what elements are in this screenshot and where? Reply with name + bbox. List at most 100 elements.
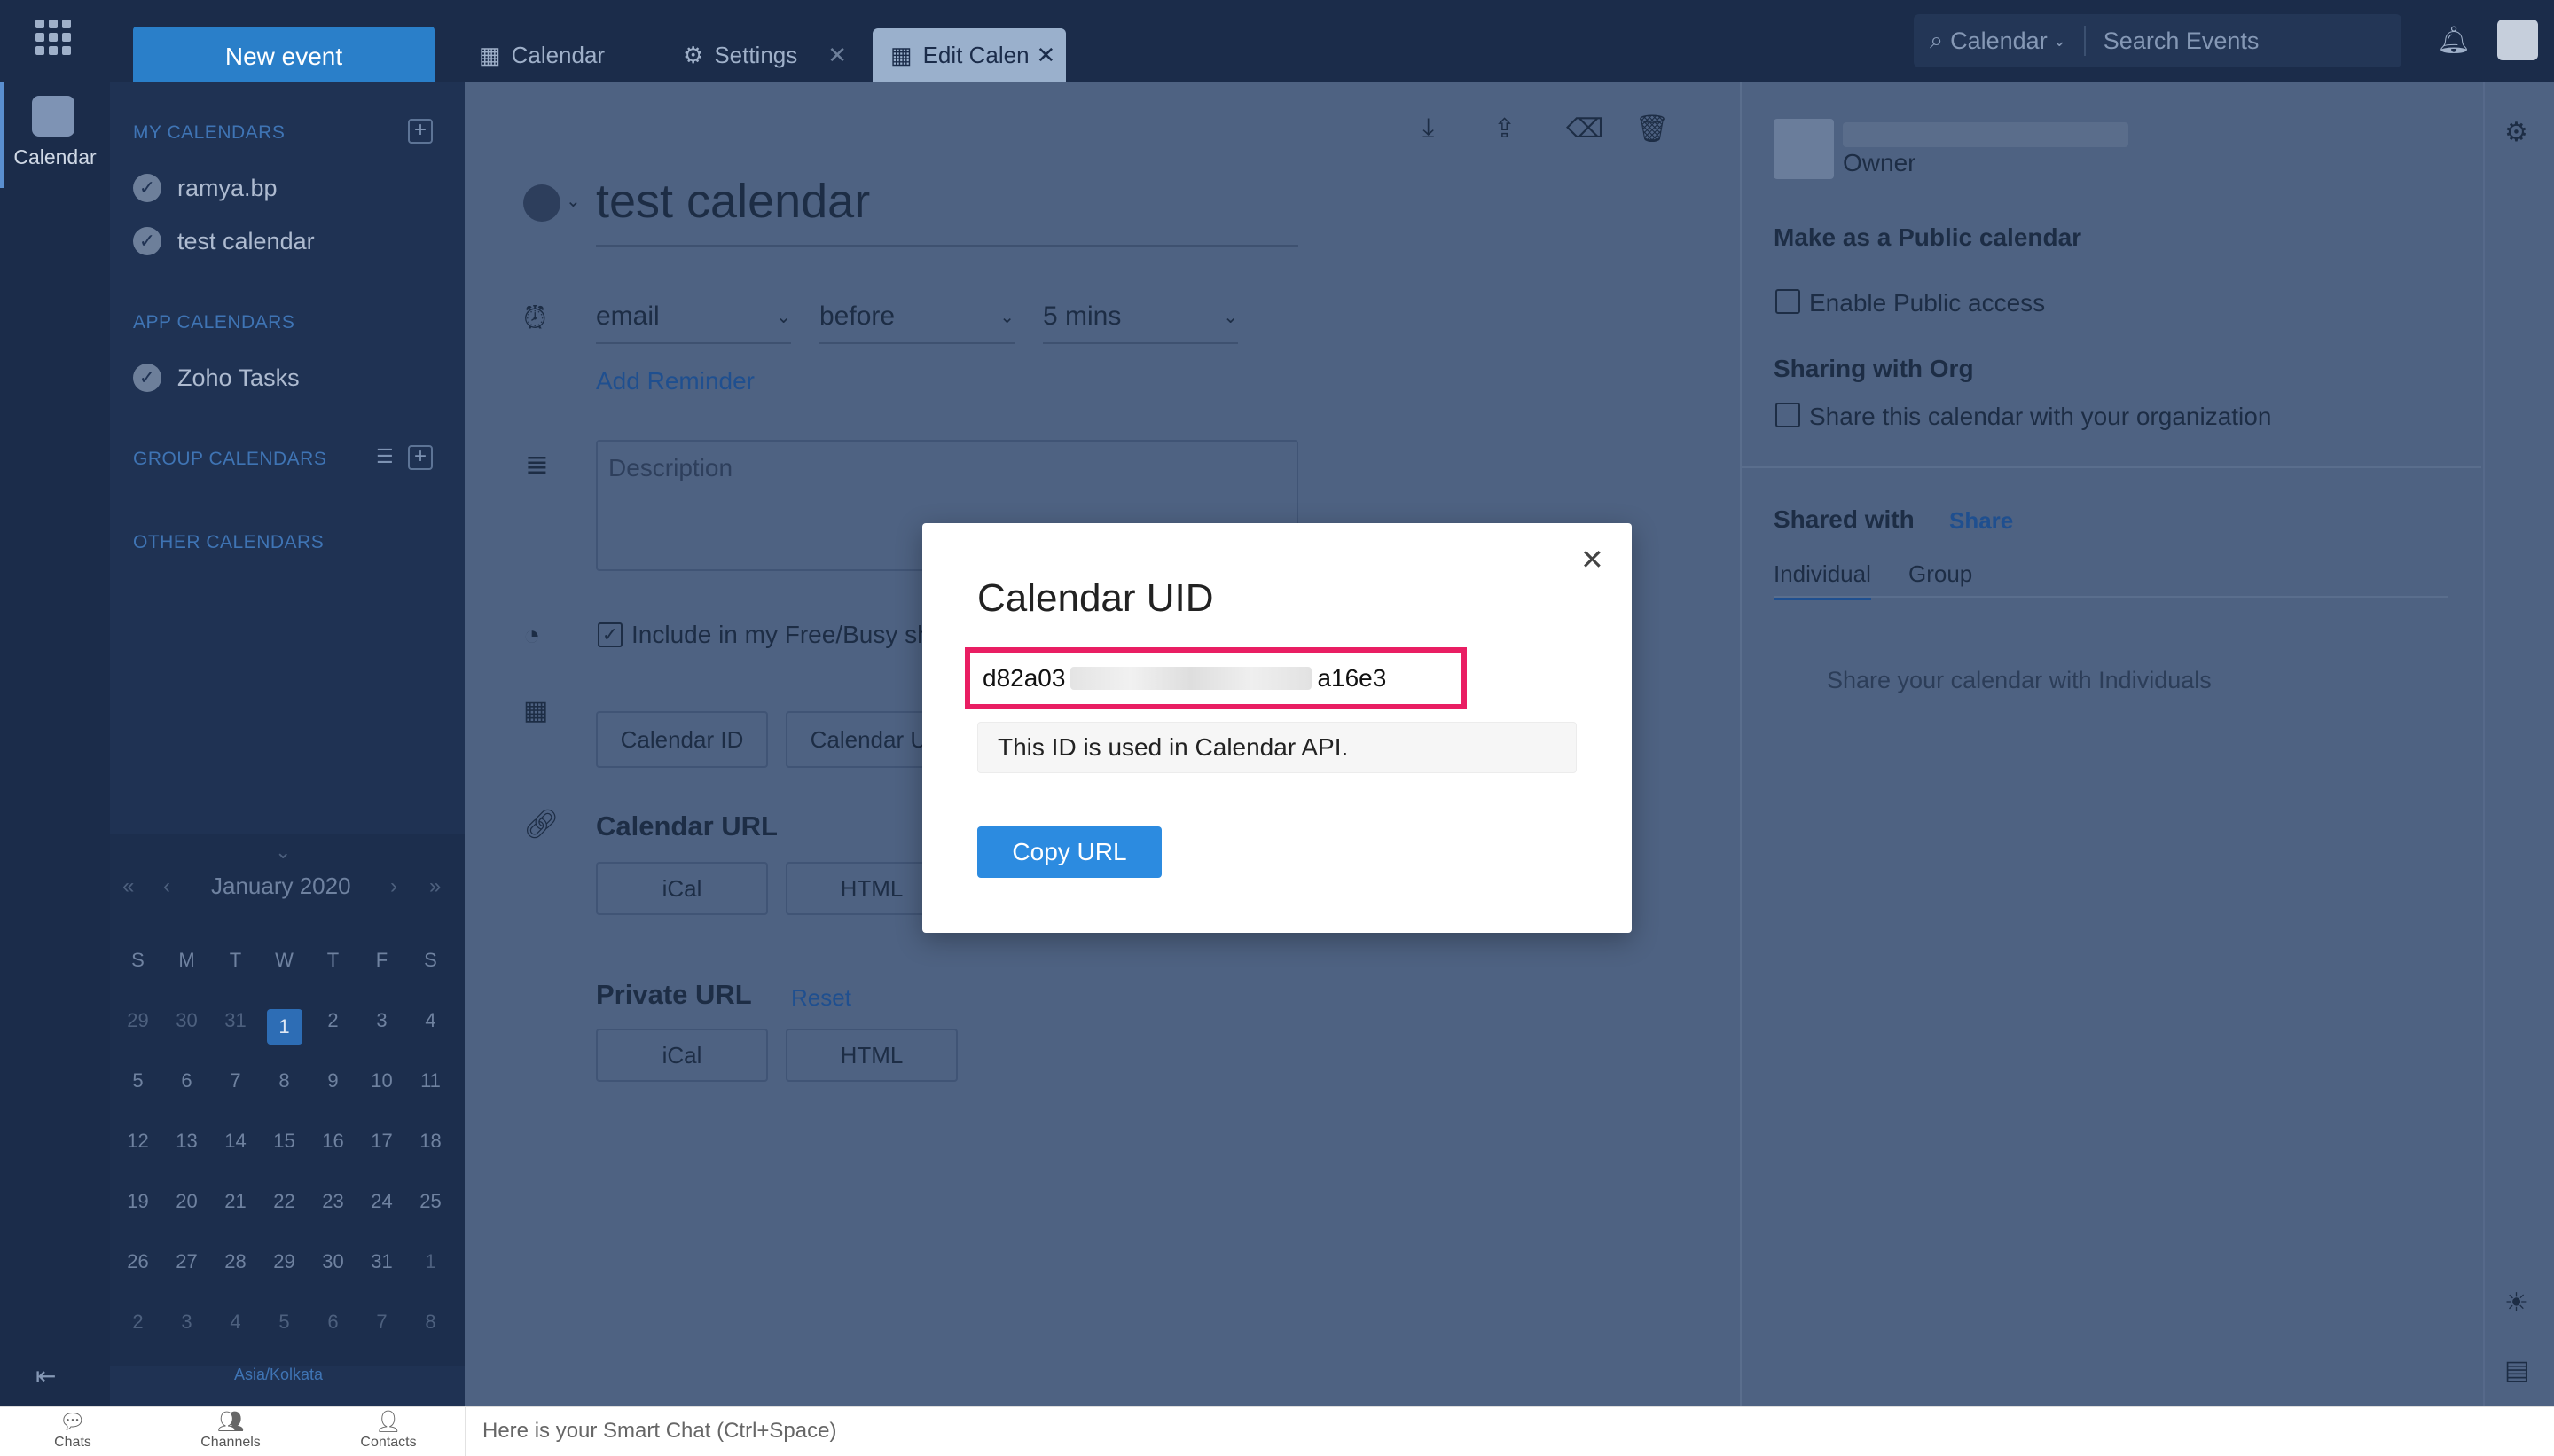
day-cell[interactable]: 4 (211, 1311, 260, 1334)
day-cell[interactable]: 8 (260, 1069, 309, 1092)
avatar[interactable] (2497, 20, 2538, 60)
day-cell[interactable]: 14 (211, 1130, 260, 1153)
reminder-relation-dropdown[interactable]: before ⌄ (819, 301, 1015, 344)
collapse-menu-icon[interactable]: ⇤ (35, 1361, 56, 1390)
day-cell[interactable]: 8 (406, 1311, 455, 1334)
tab-individual[interactable]: Individual (1774, 560, 1871, 600)
tab-edit-calendar[interactable]: ▦ Edit Calen ✕ (873, 28, 1066, 82)
day-cell[interactable]: 21 (211, 1190, 260, 1213)
day-cell[interactable]: 18 (406, 1130, 455, 1153)
theme-icon[interactable]: ☀ (2504, 1288, 2528, 1319)
calendar-id-button[interactable]: Calendar ID (596, 711, 768, 768)
month-year-label[interactable]: January 2020 (211, 873, 351, 900)
day-cell[interactable]: 31 (211, 1009, 260, 1045)
day-cell[interactable]: 30 (162, 1009, 211, 1045)
calendar-url-ical-button[interactable]: iCal (596, 862, 768, 915)
settings-icon[interactable]: ⚙ (2504, 117, 2528, 148)
private-url-html-button[interactable]: HTML (786, 1029, 958, 1082)
prev-month-icon[interactable]: ‹ (163, 874, 170, 899)
day-cell[interactable]: 20 (162, 1190, 211, 1213)
day-cell[interactable]: 6 (162, 1069, 211, 1092)
day-cell[interactable]: 15 (260, 1130, 309, 1153)
day-cell[interactable]: 29 (114, 1009, 162, 1045)
tab-calendar[interactable]: ▦ Calendar (479, 28, 638, 82)
day-cell[interactable]: 4 (406, 1009, 455, 1045)
search-input[interactable]: Search Events (2104, 27, 2260, 55)
search-bar[interactable]: ⌕ Calendar ⌄ Search Events (1914, 14, 2401, 67)
day-cell[interactable]: 22 (260, 1190, 309, 1213)
download-icon[interactable]: ⤓ (1422, 114, 1434, 144)
day-cell[interactable]: 1 (406, 1250, 455, 1273)
export-icon[interactable]: ⇪ (1493, 114, 1516, 145)
day-cell[interactable]: 24 (357, 1190, 406, 1213)
day-cell[interactable]: 12 (114, 1130, 162, 1153)
day-cell[interactable]: 5 (114, 1069, 162, 1092)
color-picker[interactable] (523, 184, 560, 222)
share-org-checkbox[interactable] (1775, 403, 1800, 427)
next-month-icon[interactable]: › (390, 874, 397, 899)
close-icon[interactable]: ✕ (827, 42, 847, 69)
day-cell[interactable]: 6 (309, 1311, 357, 1334)
day-cell[interactable]: 3 (357, 1009, 406, 1045)
day-cell[interactable]: 5 (260, 1311, 309, 1334)
day-cell[interactable]: 16 (309, 1130, 357, 1153)
day-cell[interactable]: 3 (162, 1311, 211, 1334)
add-group-calendar-icon[interactable]: + (408, 445, 433, 470)
chevron-down-icon[interactable]: ⌄ (566, 190, 581, 212)
uid-value[interactable]: d82a03 a16e3 (965, 647, 1467, 709)
calendar-item-test[interactable]: ✓ test calendar (133, 227, 315, 255)
feedback-icon[interactable]: ▤ (2504, 1355, 2529, 1386)
calendar-item-ramya[interactable]: ✓ ramya.bp (133, 174, 278, 202)
day-cell[interactable]: 2 (114, 1311, 162, 1334)
check-icon[interactable]: ✓ (133, 364, 161, 392)
search-scope-dropdown[interactable]: Calendar (1950, 27, 2048, 55)
tab-group[interactable]: Group (1908, 560, 1972, 588)
day-cell[interactable]: 25 (406, 1190, 455, 1213)
calendar-name-input[interactable]: test calendar (596, 174, 1298, 247)
day-cell[interactable]: 9 (309, 1069, 357, 1092)
add-calendar-icon[interactable]: + (408, 119, 433, 144)
enable-public-checkbox[interactable] (1775, 289, 1800, 314)
day-cell[interactable]: 11 (406, 1069, 455, 1092)
smart-chat-input[interactable]: Here is your Smart Chat (Ctrl+Space) (482, 1419, 836, 1444)
calendar-item-zoho-tasks[interactable]: ✓ Zoho Tasks (133, 364, 300, 392)
tab-settings[interactable]: ⚙ Settings ✕ (683, 28, 860, 82)
day-cell[interactable]: 19 (114, 1190, 162, 1213)
next-year-icon[interactable]: » (429, 874, 441, 899)
timezone-label[interactable]: Asia/Kolkata (234, 1366, 323, 1384)
day-cell[interactable]: 29 (260, 1250, 309, 1273)
day-cell[interactable]: 17 (357, 1130, 406, 1153)
day-cell[interactable]: 13 (162, 1130, 211, 1153)
add-reminder-link[interactable]: Add Reminder (596, 367, 755, 395)
chevron-down-icon[interactable]: ⌄ (275, 841, 291, 864)
new-event-button[interactable]: New event (133, 27, 435, 87)
day-cell[interactable]: 27 (162, 1250, 211, 1273)
channels-button[interactable]: 👥︎ Channels (177, 1410, 284, 1451)
reminder-time-dropdown[interactable]: 5 mins ⌄ (1043, 301, 1238, 344)
bell-icon[interactable]: 🔔︎ (2437, 25, 2471, 56)
share-link[interactable]: Share (1949, 507, 2013, 535)
copy-url-button[interactable]: Copy URL (977, 826, 1162, 878)
clear-icon[interactable]: ⌫ (1566, 114, 1603, 145)
day-cell[interactable]: 28 (211, 1250, 260, 1273)
chats-button[interactable]: 💬︎ Chats (20, 1410, 126, 1451)
day-cell[interactable]: 31 (357, 1250, 406, 1273)
check-icon[interactable]: ✓ (133, 227, 161, 255)
app-grid-icon[interactable] (35, 20, 71, 55)
day-cell[interactable]: 30 (309, 1250, 357, 1273)
trash-icon[interactable]: 🗑︎ (1635, 114, 1669, 145)
group-settings-icon[interactable]: ☰ (376, 445, 394, 468)
private-url-ical-button[interactable]: iCal (596, 1029, 768, 1082)
close-icon[interactable]: ✕ (1037, 42, 1056, 69)
reminder-type-dropdown[interactable]: email ⌄ (596, 301, 791, 344)
day-cell[interactable]: 1 (260, 1009, 309, 1045)
close-icon[interactable]: ✕ (1580, 543, 1604, 576)
day-cell[interactable]: 7 (357, 1311, 406, 1334)
day-cell[interactable]: 10 (357, 1069, 406, 1092)
day-cell[interactable]: 26 (114, 1250, 162, 1273)
day-cell[interactable]: 2 (309, 1009, 357, 1045)
prev-year-icon[interactable]: « (122, 874, 134, 899)
check-icon[interactable]: ✓ (133, 174, 161, 202)
day-cell[interactable]: 23 (309, 1190, 357, 1213)
day-cell[interactable]: 7 (211, 1069, 260, 1092)
